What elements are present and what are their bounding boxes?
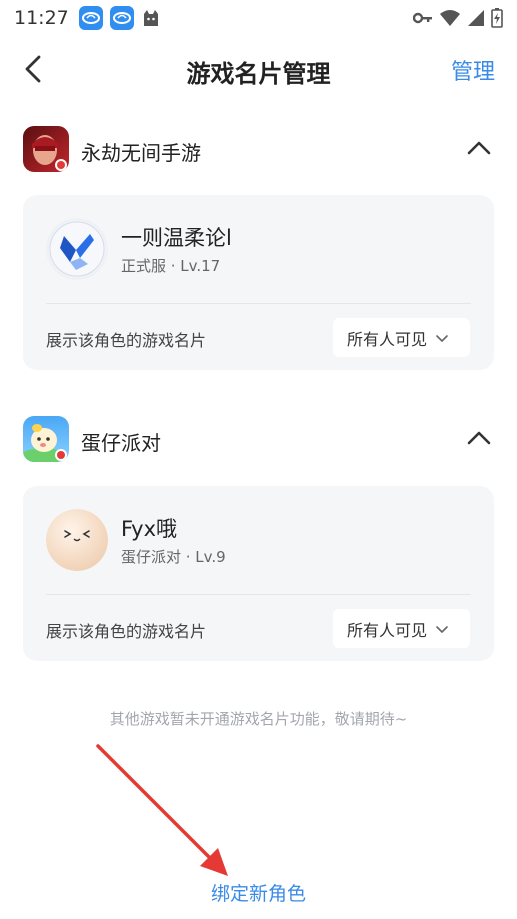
chevron-down-icon (436, 625, 448, 633)
game-icon (23, 126, 69, 172)
app-badge-icon (78, 6, 103, 30)
cat-icon (143, 10, 158, 26)
show-card-label: 展示该角色的游戏名片 (46, 622, 207, 641)
show-card-label: 展示该角色的游戏名片 (46, 331, 207, 350)
chevron-up-icon[interactable] (465, 134, 493, 162)
key-icon (413, 12, 432, 24)
role-card: 一则温柔论l 正式服 · Lv.17 展示该角色的游戏名片 所有人可见 (23, 195, 494, 370)
page-title: 游戏名片管理 (186, 60, 331, 88)
role-avatar (46, 218, 108, 280)
status-bar: 11:27 (0, 0, 517, 36)
game-name: 永劫无间手游 (81, 141, 201, 165)
status-app-icons (78, 6, 161, 30)
role-card: Fyx哦 蛋仔派对 · Lv.9 展示该角色的游戏名片 所有人可见 (23, 486, 494, 661)
page-header: 游戏名片管理 管理 (0, 40, 517, 100)
game-icon (23, 416, 69, 462)
role-name: Fyx哦 (121, 517, 178, 541)
role-name: 一则温柔论l (121, 226, 232, 250)
game-section-header: 蛋仔派对 (0, 416, 517, 468)
game-name: 蛋仔派对 (81, 431, 161, 455)
battery-icon (491, 8, 503, 28)
visibility-value: 所有人可见 (347, 329, 428, 349)
divider (46, 594, 471, 595)
status-time: 11:27 (14, 7, 69, 29)
divider (46, 303, 471, 304)
status-system-icons (413, 8, 503, 28)
signal-icon (468, 10, 484, 26)
role-avatar (46, 509, 108, 571)
visibility-dropdown[interactable]: 所有人可见 (333, 318, 470, 357)
visibility-dropdown[interactable]: 所有人可见 (333, 609, 470, 648)
back-button[interactable] (20, 54, 48, 84)
chevron-up-icon[interactable] (465, 424, 493, 452)
manage-button[interactable]: 管理 (451, 54, 495, 86)
wifi-icon (440, 10, 460, 26)
footer-note: 其他游戏暂未开通游戏名片功能，敬请期待~ (109, 710, 408, 728)
role-server-level: 正式服 · Lv.17 (121, 257, 221, 275)
chevron-down-icon (436, 334, 448, 342)
game-section-header: 永劫无间手游 (0, 126, 517, 178)
app-badge-icon (109, 6, 134, 30)
role-server-level: 蛋仔派对 · Lv.9 (121, 548, 226, 566)
bind-new-role-label: 绑定新角色 (210, 883, 306, 905)
bind-new-role-button[interactable]: 绑定新角色 (0, 877, 517, 908)
visibility-value: 所有人可见 (347, 620, 428, 640)
